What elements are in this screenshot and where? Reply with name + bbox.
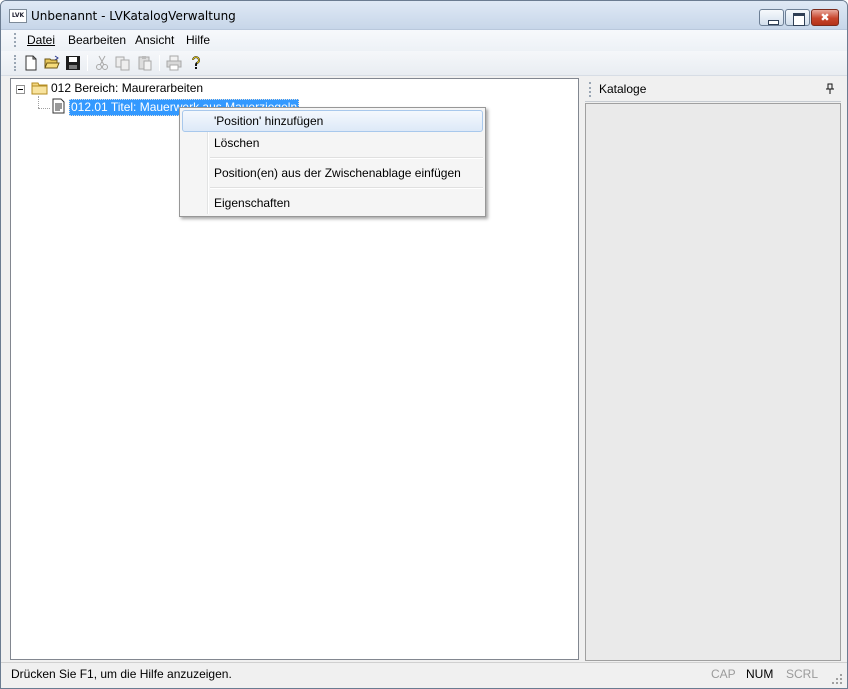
context-menu-item-label: Position(en) aus der Zwischenablage einf… xyxy=(214,166,461,180)
num-indicator: NUM xyxy=(746,667,774,681)
print-button[interactable] xyxy=(166,55,182,71)
menu-bearbeiten[interactable]: Bearbeiten xyxy=(68,33,126,47)
cap-indicator: CAP xyxy=(711,667,736,681)
context-menu-item-label: Löschen xyxy=(214,136,260,150)
app-window: LVK Unbenannt - LVKatalogVerwaltung Date… xyxy=(0,0,848,689)
maximize-button[interactable] xyxy=(785,9,810,26)
context-menu-delete[interactable]: Löschen xyxy=(182,132,483,154)
tree-node-label: 012 Bereich: Maurerarbeiten xyxy=(51,81,204,95)
open-folder-icon xyxy=(44,55,60,69)
title-bar[interactable]: LVK Unbenannt - LVKatalogVerwaltung xyxy=(1,1,847,30)
context-menu: 'Position' hinzufügen Löschen Position(e… xyxy=(179,107,486,217)
menu-datei[interactable]: Datei xyxy=(27,33,55,47)
context-menu-item-label: Eigenschaften xyxy=(214,196,291,210)
context-menu-properties[interactable]: Eigenschaften xyxy=(182,192,483,214)
collapse-toggle-icon[interactable] xyxy=(16,85,25,94)
minimize-button[interactable] xyxy=(759,9,784,26)
context-menu-add-position[interactable]: 'Position' hinzufügen xyxy=(182,110,483,132)
context-menu-paste-positions[interactable]: Position(en) aus der Zwischenablage einf… xyxy=(182,162,483,184)
paste-button[interactable] xyxy=(137,55,153,71)
catalog-list[interactable] xyxy=(585,103,841,661)
toolbar-separator xyxy=(87,55,88,71)
new-button[interactable] xyxy=(23,55,39,71)
dock-grip[interactable] xyxy=(589,82,591,97)
new-document-icon xyxy=(25,55,37,71)
context-menu-item-label: 'Position' hinzufügen xyxy=(214,114,324,128)
close-button[interactable] xyxy=(811,9,839,26)
document-icon xyxy=(52,98,65,114)
paste-icon xyxy=(138,56,152,71)
open-button[interactable] xyxy=(44,55,60,71)
dock-header[interactable]: Kataloge xyxy=(585,78,841,102)
menu-bar: Datei Bearbeiten Ansicht Hilfe xyxy=(1,30,847,51)
app-icon[interactable]: LVK xyxy=(9,9,27,23)
menu-datei-label: Datei xyxy=(27,33,56,47)
copy-button[interactable] xyxy=(115,55,131,71)
dock-title: Kataloge xyxy=(599,82,647,96)
toolbar xyxy=(1,51,847,76)
scrl-indicator: SCRL xyxy=(786,667,819,681)
catalog-dock-pane: Kataloge xyxy=(585,78,841,661)
menu-ansicht-label: Ansicht xyxy=(135,33,175,47)
toolbar-grip[interactable] xyxy=(14,55,16,71)
save-button[interactable] xyxy=(65,55,81,71)
context-menu-separator xyxy=(210,157,483,159)
maximize-icon xyxy=(786,10,809,26)
menu-hilfe[interactable]: Hilfe xyxy=(186,33,210,47)
print-icon xyxy=(166,55,182,71)
save-disk-icon xyxy=(66,56,80,70)
menubar-grip[interactable] xyxy=(14,33,16,47)
minimize-icon xyxy=(760,10,783,25)
pin-icon[interactable] xyxy=(825,83,835,95)
copy-icon xyxy=(115,56,130,71)
cut-button[interactable] xyxy=(94,55,110,71)
window-title: Unbenannt - LVKatalogVerwaltung xyxy=(31,9,236,23)
status-text: Drücken Sie F1, um die Hilfe anzuzeigen. xyxy=(11,667,232,681)
context-menu-separator xyxy=(210,187,483,189)
menu-bearbeiten-label: Bearbeiten xyxy=(68,33,127,47)
close-icon xyxy=(812,10,838,25)
menu-hilfe-label: Hilfe xyxy=(186,33,211,47)
menu-ansicht[interactable]: Ansicht xyxy=(135,33,174,47)
help-button[interactable] xyxy=(188,55,204,71)
toolbar-separator xyxy=(159,55,160,71)
status-bar: Drücken Sie F1, um die Hilfe anzuzeigen.… xyxy=(1,662,847,688)
help-question-icon xyxy=(192,56,200,69)
folder-icon xyxy=(31,82,48,95)
tree-node-bereich[interactable]: 012 Bereich: Maurerarbeiten xyxy=(11,80,311,97)
resize-grip-icon[interactable] xyxy=(831,673,843,685)
cut-scissors-icon xyxy=(96,55,108,70)
